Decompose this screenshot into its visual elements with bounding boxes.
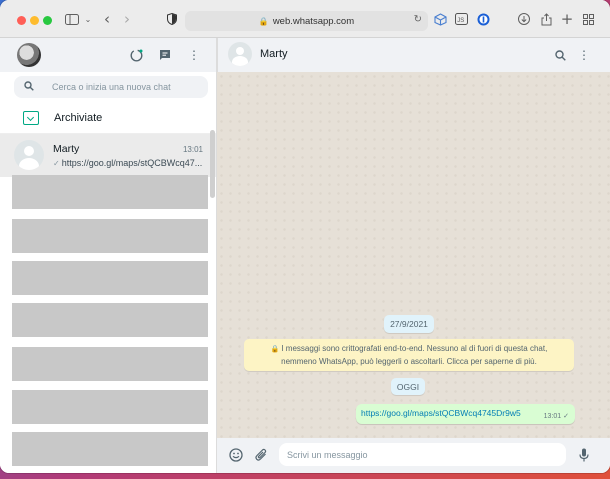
encryption-notice-text-2: nemmeno WhatsApp, può leggerli o ascolta… — [281, 357, 537, 366]
attach-icon[interactable] — [253, 447, 269, 463]
blurred-chat-item — [12, 175, 208, 209]
new-tab-icon[interactable]: + — [559, 10, 575, 28]
svg-text:JS: JS — [457, 18, 464, 24]
sidebar-toggle-icon[interactable] — [64, 11, 80, 27]
sidebar-header: ⋮ — [0, 38, 216, 72]
message-input[interactable] — [279, 443, 566, 466]
reload-icon[interactable]: ↻ — [414, 14, 422, 25]
blurred-chat-item — [12, 432, 208, 466]
contact-avatar — [14, 140, 44, 170]
extension-js-icon[interactable]: JS — [453, 11, 469, 27]
blurred-chat-item — [12, 261, 208, 295]
new-chat-icon[interactable] — [157, 47, 173, 63]
menu-icon[interactable]: ⋮ — [186, 47, 202, 63]
message-time: 13:01 ✓ — [544, 412, 569, 420]
shield-icon[interactable] — [164, 11, 180, 27]
blurred-chat-item — [12, 219, 208, 253]
message-link[interactable]: https://goo.gl/maps/stQCBWcq4745Dr9w5 — [361, 408, 521, 418]
emoji-icon[interactable] — [228, 447, 244, 463]
contact-avatar[interactable] — [228, 42, 252, 66]
chat-name: Marty — [53, 143, 80, 155]
conversation-header[interactable]: Marty ⋮ — [217, 38, 610, 72]
tab-overview-icon[interactable] — [580, 11, 596, 27]
search-section — [0, 72, 216, 102]
lock-icon: 🔒 — [258, 16, 269, 26]
encryption-notice-line: 🔒 I messaggi sono crittografati end-to-e… — [244, 343, 574, 356]
minimize-window-button[interactable] — [30, 16, 39, 25]
search-input[interactable] — [52, 82, 202, 92]
url-text: web.whatsapp.com — [272, 15, 355, 27]
forward-icon[interactable]: › — [119, 10, 135, 28]
blurred-chat-item — [12, 347, 208, 381]
archived-row[interactable]: Archiviate — [0, 102, 216, 134]
contact-name[interactable]: Marty — [260, 48, 288, 60]
chat-last-message: ✓ https://goo.gl/maps/stQCBWcq47... — [53, 158, 203, 168]
browser-toolbar: ⌄ ‹ › 🔒 web.whatsapp.com ↻ JS + — [0, 0, 610, 38]
search-box[interactable] — [14, 76, 208, 98]
blurred-chat-item — [12, 390, 208, 424]
chat-time: 13:01 — [182, 145, 203, 154]
encryption-notice[interactable]: 🔒 I messaggi sono crittografati end-to-e… — [244, 339, 574, 371]
encryption-notice-text-1: I messaggi sono crittografati end-to-end… — [281, 344, 548, 353]
microphone-icon[interactable] — [576, 447, 592, 463]
chat-list-item[interactable]: Marty 13:01 ✓ https://goo.gl/maps/stQCBWc… — [0, 134, 216, 177]
blurred-chat-item — [12, 303, 208, 337]
extension-password-icon[interactable] — [475, 11, 491, 27]
menu-icon[interactable]: ⋮ — [576, 47, 592, 63]
composer-bar — [217, 438, 610, 473]
message-time-text: 13:01 — [543, 413, 562, 420]
search-icon[interactable] — [14, 80, 44, 94]
message-area: 27/9/2021 🔒 I messaggi sono crittografat… — [217, 72, 610, 438]
status-icon[interactable] — [128, 47, 144, 63]
download-icon[interactable] — [516, 11, 532, 27]
extension-cube-icon[interactable] — [432, 11, 448, 27]
scrollbar[interactable] — [210, 130, 215, 198]
back-icon[interactable]: ‹ — [99, 10, 115, 28]
maximize-window-button[interactable] — [43, 16, 52, 25]
chat-last-message-text: https://goo.gl/maps/stQCBWcq47... — [61, 158, 203, 168]
conversation-pane: Marty ⋮ 27/9/2021 🔒 I messaggi sono crit… — [217, 38, 610, 473]
archive-icon — [23, 110, 39, 125]
sent-check-icon: ✓ — [563, 412, 569, 420]
browser-window: ⌄ ‹ › 🔒 web.whatsapp.com ↻ JS + ⋮ Cerca … — [0, 0, 610, 473]
close-window-button[interactable] — [17, 16, 26, 25]
outgoing-message[interactable]: https://goo.gl/maps/stQCBWcq4745Dr9w5 13… — [356, 404, 575, 424]
avatar[interactable] — [17, 43, 41, 67]
archived-label: Archiviate — [54, 111, 103, 124]
share-icon[interactable] — [538, 11, 554, 27]
date-chip: 27/9/2021 — [384, 315, 434, 333]
lock-icon: 🔒 — [270, 346, 282, 353]
chevron-down-icon[interactable]: ⌄ — [80, 11, 96, 27]
chat-list-pane: ⋮ Archiviate Marty 13:01 ✓https://goo.gl… — [0, 38, 217, 473]
address-bar[interactable]: 🔒 web.whatsapp.com ↻ — [185, 11, 428, 31]
today-chip: OGGI — [391, 378, 425, 395]
search-icon[interactable] — [552, 47, 568, 63]
sent-check-icon: ✓ — [53, 159, 60, 168]
